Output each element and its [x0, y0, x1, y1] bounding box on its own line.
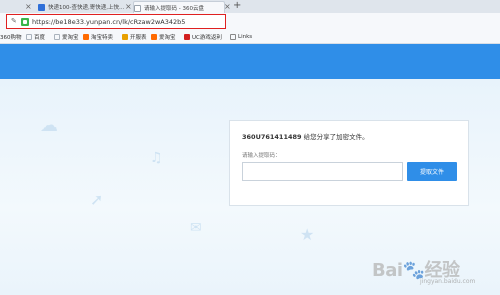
- uc-game-icon: [184, 34, 190, 40]
- address-bar-row: ✎ https://be18e33.yunpan.cn/lk/cRzaw2wA3…: [0, 13, 500, 31]
- bookmark-taobao-sale[interactable]: 淘宝特卖: [83, 32, 113, 42]
- bookmark-label: Links: [238, 34, 253, 40]
- bookmark-label: 爱淘宝: [159, 35, 176, 41]
- music-deco-icon: ♫: [150, 150, 163, 166]
- address-url[interactable]: https://be18e33.yunpan.cn/lk/cRzaw2wA342…: [32, 18, 185, 26]
- bookmark-baidu[interactable]: 百度: [26, 32, 45, 42]
- taobao-icon: [151, 34, 157, 40]
- close-tab-icon[interactable]: ×: [125, 1, 132, 13]
- secure-lock-icon[interactable]: [21, 17, 29, 26]
- page-favicon-icon: [134, 4, 141, 12]
- extract-code-input[interactable]: [242, 162, 403, 181]
- bookmark-links[interactable]: Links: [230, 32, 252, 42]
- close-tab-icon[interactable]: ×: [224, 1, 231, 13]
- folder-icon: [26, 34, 32, 40]
- kuaidi-favicon-icon: [38, 3, 45, 11]
- tab-label: 请输入提取码 - 360云盘: [144, 6, 204, 12]
- bookmark-label: 开服表: [130, 35, 147, 41]
- bookmark-aitaobao-2[interactable]: 爱淘宝: [151, 32, 176, 42]
- bookmark-label: UC游戏返利: [192, 35, 222, 41]
- share-code: 360U761411489: [242, 133, 302, 141]
- folder-icon: [54, 34, 60, 40]
- bookmark-label: 360购物: [0, 35, 22, 41]
- watermark-url: jingyan.baidu.com: [420, 278, 476, 285]
- tab-label: 快递100-查快递,寄快递,上快…: [48, 5, 125, 11]
- game-icon: [122, 34, 128, 40]
- close-tab-icon[interactable]: ×: [25, 1, 32, 13]
- bookmark-uc-game[interactable]: UC游戏返利: [184, 32, 222, 42]
- address-bar[interactable]: ✎ https://be18e33.yunpan.cn/lk/cRzaw2wA3…: [6, 14, 226, 29]
- page-header-band: [0, 44, 500, 79]
- tab-strip: × 快递100-查快递,寄快递,上快… × 请输入提取码 - 360云盘 × +: [0, 0, 500, 14]
- bookmark-label: 爱淘宝: [62, 35, 79, 41]
- share-text: 给您分享了加密文件。: [303, 133, 369, 141]
- folder-icon: [230, 34, 236, 40]
- bookmark-server-list[interactable]: 开服表: [122, 32, 147, 42]
- extract-file-button[interactable]: 提取文件: [407, 162, 457, 181]
- extract-code-label: 请输入提取码：: [242, 153, 281, 159]
- bookmark-label: 百度: [34, 35, 46, 41]
- bookmark-360-shopping[interactable]: 360购物: [0, 32, 22, 42]
- bookmark-label: 淘宝特卖: [91, 35, 114, 41]
- extract-code-card: 360U761411489 给您分享了加密文件。 请输入提取码： 提取文件: [229, 120, 469, 206]
- new-tab-icon[interactable]: +: [233, 0, 241, 12]
- bookmark-aitaobao[interactable]: 爱淘宝: [54, 32, 79, 42]
- arrow-deco-icon: ➚: [90, 190, 104, 209]
- share-message: 360U761411489 给您分享了加密文件。: [242, 131, 369, 141]
- taobao-icon: [83, 34, 89, 40]
- star-deco-icon: ★: [300, 225, 315, 244]
- cloud-deco-icon: ☁: [40, 115, 58, 136]
- tab-kuaidi100[interactable]: 快递100-查快递,寄快递,上快…: [38, 1, 126, 13]
- mail-deco-icon: ✉: [190, 220, 202, 236]
- bookmarks-bar: 360购物 百度 爱淘宝 淘宝特卖 开服表 爱淘宝 UC游戏返利 Links: [0, 31, 500, 44]
- edit-pin-icon[interactable]: ✎: [11, 17, 17, 25]
